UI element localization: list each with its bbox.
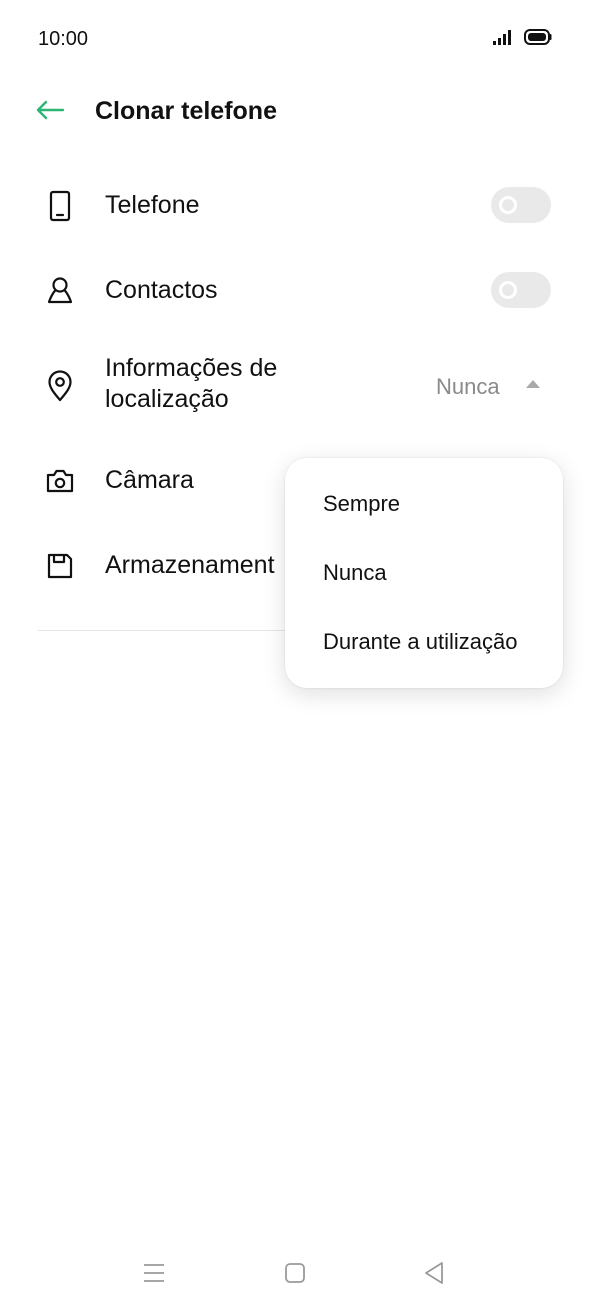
contactos-toggle[interactable] (491, 272, 551, 308)
back-triangle-icon (423, 1261, 445, 1290)
settings-label: Armazenament (105, 551, 275, 579)
back-arrow-icon (35, 99, 65, 126)
settings-label: Câmara (105, 466, 194, 494)
dropdown-option-label: Durante a utilização (323, 629, 518, 654)
camera-icon (40, 461, 80, 501)
back-button[interactable] (30, 92, 70, 132)
storage-icon (40, 546, 80, 586)
location-icon (40, 366, 80, 406)
toggle-knob (499, 196, 517, 214)
settings-row-localizacao[interactable]: Informações de localização Nunca (0, 345, 590, 427)
dropdown-option-label: Nunca (323, 560, 387, 585)
page-title: Clonar telefone (95, 97, 277, 125)
system-back-button[interactable] (414, 1260, 454, 1290)
home-icon (284, 1262, 306, 1289)
settings-row-contactos[interactable]: Contactos (0, 257, 590, 325)
settings-label: Contactos (105, 276, 218, 304)
dropdown-option-durante[interactable]: Durante a utilização (285, 612, 563, 672)
settings-label-line1: Informações de (105, 354, 278, 382)
navigation-bar (0, 1240, 590, 1312)
settings-label-line2: localização (105, 385, 229, 413)
contacts-icon (40, 271, 80, 311)
settings-row-telefone[interactable]: Telefone (0, 172, 590, 240)
settings-label: Informações de localização (105, 353, 277, 415)
menu-button[interactable] (134, 1260, 174, 1290)
phone-icon (40, 186, 80, 226)
header: Clonar telefone (0, 80, 590, 144)
telefone-toggle[interactable] (491, 187, 551, 223)
settings-label: Telefone (105, 191, 200, 219)
dropdown-menu: Sempre Nunca Durante a utilização (285, 458, 563, 688)
dropdown-option-nunca[interactable]: Nunca (285, 543, 563, 603)
signal-icon (492, 29, 514, 50)
menu-icon (142, 1262, 166, 1289)
location-value[interactable]: Nunca (436, 374, 500, 400)
battery-icon (524, 29, 552, 50)
caret-up-icon[interactable] (526, 380, 540, 388)
status-bar: 10:00 (0, 0, 590, 78)
status-time: 10:00 (38, 28, 89, 50)
status-icons (492, 29, 552, 50)
home-button[interactable] (275, 1260, 315, 1290)
toggle-knob (499, 281, 517, 299)
dropdown-option-sempre[interactable]: Sempre (285, 474, 563, 534)
dropdown-option-label: Sempre (323, 491, 401, 516)
